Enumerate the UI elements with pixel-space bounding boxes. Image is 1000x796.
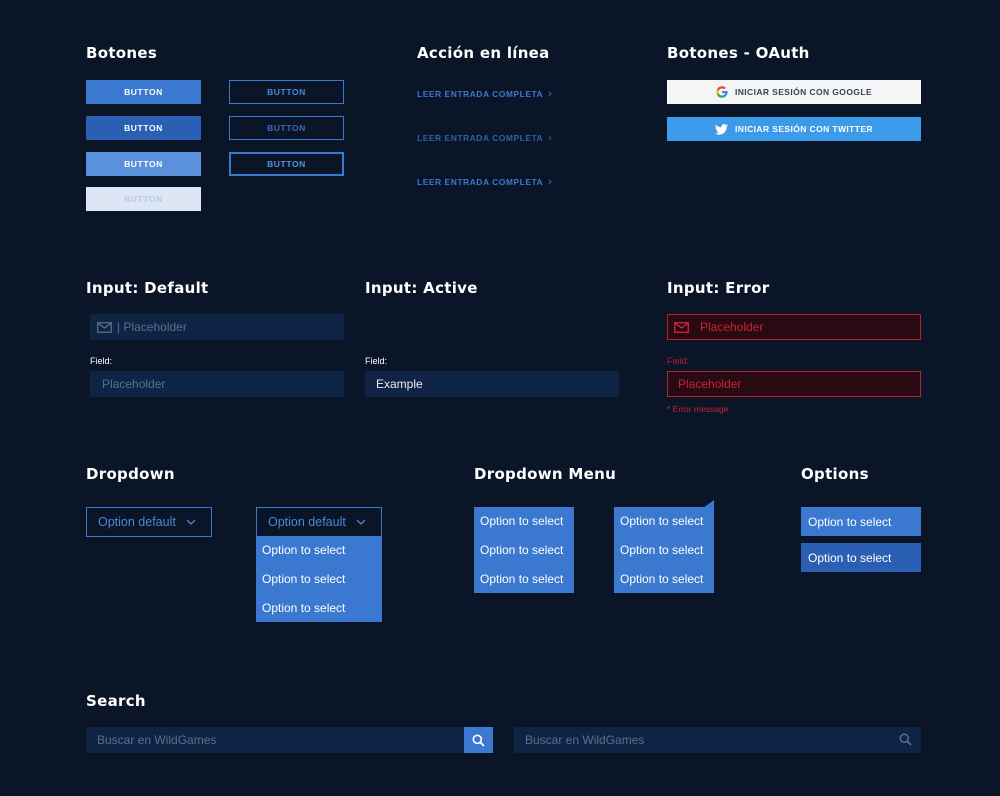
oauth-title: Botones - OAuth <box>667 44 810 62</box>
google-signin-label: INICIAR SESIÓN CON GOOGLE <box>734 87 873 97</box>
search-placeholder: Buscar en WildGames <box>525 733 645 747</box>
field-label: Field: <box>365 356 388 366</box>
chevron-right-icon: › <box>548 88 553 100</box>
button-primary-pressed[interactable]: BUTTON <box>86 152 201 176</box>
text-input-placeholder: Placeholder <box>102 377 166 391</box>
field-label-error: Field: <box>667 356 690 366</box>
accion-title: Acción en línea <box>417 44 550 62</box>
chevron-down-icon <box>356 519 366 525</box>
inline-link[interactable]: LEER ENTRADA COMPLETA › <box>417 88 552 100</box>
menu-item[interactable]: Option to select <box>474 536 574 565</box>
input-default-title: Input: Default <box>86 279 209 297</box>
dropdown-value: Option default <box>268 515 346 529</box>
email-input-placeholder: Placeholder <box>700 320 764 334</box>
inline-link-label: LEER ENTRADA COMPLETA <box>417 89 544 99</box>
search-input-1[interactable]: Buscar en WildGames <box>86 727 464 753</box>
email-input-placeholder: | Placeholder <box>117 320 187 334</box>
botones-title: Botones <box>86 44 158 62</box>
search-title: Search <box>86 692 146 710</box>
dropdown-value: Option default <box>98 515 176 529</box>
mail-icon <box>97 321 112 333</box>
button-outline-pressed[interactable]: BUTTON <box>229 152 344 176</box>
input-active-title: Input: Active <box>365 279 478 297</box>
dropdown-title: Dropdown <box>86 465 175 483</box>
text-input-placeholder: Placeholder <box>678 377 742 391</box>
button-primary-hover[interactable]: BUTTON <box>86 116 201 140</box>
inline-link-label: LEER ENTRADA COMPLETA <box>417 133 544 143</box>
inline-link-label: LEER ENTRADA COMPLETA <box>417 177 544 187</box>
button-primary-disabled: BUTTON <box>86 187 201 211</box>
search-button[interactable] <box>464 727 493 753</box>
button-outline-hover[interactable]: BUTTON <box>229 116 344 140</box>
search-placeholder: Buscar en WildGames <box>97 733 217 747</box>
email-input-default[interactable]: | Placeholder <box>90 314 344 340</box>
text-input-active[interactable]: Example <box>365 371 619 397</box>
inline-link-pressed[interactable]: LEER ENTRADA COMPLETA › <box>417 176 552 188</box>
twitter-signin-button[interactable]: INICIAR SESIÓN CON TWITTER <box>667 117 921 141</box>
options-title: Options <box>801 465 869 483</box>
error-message: * Error message <box>667 404 729 414</box>
inline-link-hover[interactable]: LEER ENTRADA COMPLETA › <box>417 132 552 144</box>
dropdown-option[interactable]: Option to select <box>256 536 382 565</box>
button-primary[interactable]: BUTTON <box>86 80 201 104</box>
email-input-error[interactable]: Placeholder <box>667 314 921 340</box>
dropdown-option[interactable]: Option to select <box>256 565 382 594</box>
search-input-2[interactable]: Buscar en WildGames <box>514 727 921 753</box>
field-label: Field: <box>90 356 113 366</box>
chevron-down-icon <box>186 519 196 525</box>
search-icon <box>472 734 485 747</box>
menu-item[interactable]: Option to select <box>474 564 574 593</box>
option-item[interactable]: Option to select <box>801 507 921 536</box>
google-signin-button[interactable]: INICIAR SESIÓN CON GOOGLE <box>667 80 921 104</box>
dropdown-closed[interactable]: Option default <box>86 507 212 537</box>
dropdown-menu-2: Option to select Option to select Option… <box>614 507 714 594</box>
text-input-default[interactable]: Placeholder <box>90 371 344 397</box>
dropdown-options-list: Option to select Option to select Option… <box>256 536 382 623</box>
chevron-right-icon: › <box>548 176 553 188</box>
dropdown-menu-1: Option to select Option to select Option… <box>474 507 574 594</box>
search-icon[interactable] <box>899 733 912 746</box>
menu-item[interactable]: Option to select <box>614 564 714 593</box>
twitter-icon <box>715 123 729 135</box>
option-item-selected[interactable]: Option to select <box>801 543 921 572</box>
button-outline[interactable]: BUTTON <box>229 80 344 104</box>
mail-icon <box>674 321 689 333</box>
dropdown-menu-title: Dropdown Menu <box>474 465 617 483</box>
twitter-signin-label: INICIAR SESIÓN CON TWITTER <box>735 124 873 134</box>
menu-item[interactable]: Option to select <box>614 507 714 536</box>
text-input-value: Example <box>376 377 423 391</box>
dropdown-option[interactable]: Option to select <box>256 593 382 622</box>
menu-item[interactable]: Option to select <box>474 507 574 536</box>
dropdown-open[interactable]: Option default <box>256 507 382 537</box>
input-error-title: Input: Error <box>667 279 770 297</box>
google-icon <box>716 86 728 98</box>
chevron-right-icon: › <box>548 132 553 144</box>
text-input-error[interactable]: Placeholder <box>667 371 921 397</box>
menu-item[interactable]: Option to select <box>614 536 714 565</box>
